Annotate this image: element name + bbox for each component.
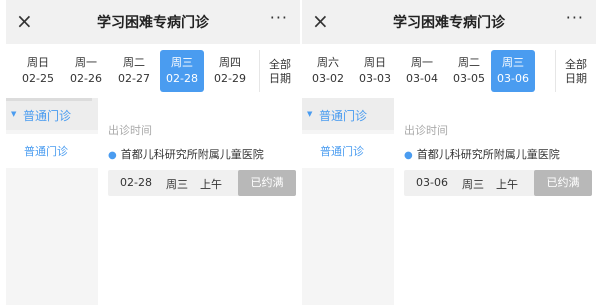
day-tab[interactable]: 周四 02-29	[208, 50, 252, 92]
hospital-name: 首都儿科研究所附属儿童医院	[416, 148, 560, 161]
clinic-sidebar: ▼ 普通门诊 普通门诊	[302, 98, 394, 305]
sidebar-empty	[6, 168, 98, 305]
day-date: 03-05	[453, 72, 485, 85]
day-tab[interactable]: 周六 03-02	[306, 50, 350, 92]
day-tab[interactable]: 周日 02-25	[16, 50, 60, 92]
day-date: 02-27	[118, 72, 150, 85]
sidebar-subcategory-label: 普通门诊	[320, 145, 364, 158]
day-tab[interactable]: 周一 03-04	[400, 50, 444, 92]
hospital-name: 首都儿科研究所附属儿童医院	[120, 148, 264, 161]
sidebar-divider	[6, 98, 92, 101]
section-title: 出诊时间	[404, 124, 448, 137]
slot-period: 上午	[200, 178, 222, 191]
schedule-panel-left: × 学习困难专病门诊 ··· 周日 02-25 周一 02-26 周二 02-2…	[6, 0, 300, 305]
hospital-info: ● 首都儿科研究所附属儿童医院	[404, 146, 592, 162]
day-weekday: 周三	[502, 56, 524, 69]
slot-weekday: 周三	[462, 178, 484, 191]
page-title: 学习困难专病门诊	[97, 15, 209, 31]
day-weekday: 周日	[364, 56, 386, 69]
day-date: 03-06	[497, 72, 529, 85]
day-weekday: 周三	[171, 56, 193, 69]
app-header: × 学习困难专病门诊 ···	[302, 0, 596, 44]
day-tab-selected[interactable]: 周三 02-28	[160, 50, 204, 92]
day-weekday: 周六	[317, 56, 339, 69]
all-dates-button[interactable]: 全部 日期	[555, 50, 596, 92]
date-selector: 周六 03-02 周日 03-03 周一 03-04 周二 03-05 周三 0…	[302, 44, 596, 98]
triangle-down-icon: ▼	[11, 110, 17, 118]
slot-period: 上午	[496, 178, 518, 191]
sidebar-category-label: 普通门诊	[23, 109, 72, 123]
location-pin-icon: ●	[108, 150, 117, 161]
day-tab[interactable]: 周二 03-05	[447, 50, 491, 92]
day-weekday: 周一	[411, 56, 433, 69]
sidebar-empty	[302, 168, 394, 305]
location-pin-icon: ●	[404, 150, 413, 161]
section-title: 出诊时间	[108, 124, 152, 137]
day-weekday: 周日	[27, 56, 49, 69]
page-title: 学习困难专病门诊	[393, 15, 505, 31]
sidebar-subcategory-label: 普通门诊	[24, 145, 68, 158]
slot-date: 03-06	[416, 176, 448, 189]
schedule-panel-right: × 学习困难专病门诊 ··· 周六 03-02 周日 03-03 周一 03-0…	[302, 0, 596, 305]
booked-full-button[interactable]: 已约满	[534, 170, 592, 196]
schedule-content: 出诊时间 ● 首都儿科研究所附属儿童医院 02-28 周三 上午 已约满	[108, 98, 296, 196]
all-dates-button[interactable]: 全部 日期	[259, 50, 300, 92]
booked-full-button[interactable]: 已约满	[238, 170, 296, 196]
day-date: 02-29	[214, 72, 246, 85]
day-weekday: 周四	[219, 56, 241, 69]
day-weekday: 周一	[75, 56, 97, 69]
day-date: 02-28	[166, 72, 198, 85]
sidebar-category[interactable]: ▼ 普通门诊	[302, 98, 394, 130]
sidebar-category[interactable]: ▼ 普通门诊	[6, 98, 98, 130]
day-date: 03-02	[312, 72, 344, 85]
day-tab[interactable]: 周二 02-27	[112, 50, 156, 92]
day-weekday: 周二	[123, 56, 145, 69]
hospital-info: ● 首都儿科研究所附属儿童医院	[108, 146, 296, 162]
slot-date: 02-28	[120, 176, 152, 189]
slot-weekday: 周三	[166, 178, 188, 191]
all-dates-label-1: 全部	[565, 58, 587, 71]
day-tab[interactable]: 周日 03-03	[353, 50, 397, 92]
day-date: 03-03	[359, 72, 391, 85]
sidebar-category-label: 普通门诊	[319, 109, 368, 123]
sidebar-subcategory[interactable]: 普通门诊	[302, 134, 394, 168]
day-date: 03-04	[406, 72, 438, 85]
day-tab[interactable]: 周一 02-26	[64, 50, 108, 92]
day-date: 02-25	[22, 72, 54, 85]
clinic-sidebar: ▼ 普通门诊 普通门诊	[6, 98, 98, 305]
day-date: 02-26	[70, 72, 102, 85]
triangle-down-icon: ▼	[307, 110, 313, 118]
schedule-content: 出诊时间 ● 首都儿科研究所附属儿童医院 03-06 周三 上午 已约满	[404, 98, 592, 196]
all-dates-label-2: 日期	[565, 72, 587, 85]
day-tab-selected[interactable]: 周三 03-06	[491, 50, 535, 92]
more-icon[interactable]: ···	[270, 8, 288, 27]
all-dates-label-2: 日期	[269, 72, 291, 85]
app-header: × 学习困难专病门诊 ···	[6, 0, 300, 44]
more-icon[interactable]: ···	[566, 8, 584, 27]
day-weekday: 周二	[458, 56, 480, 69]
appointment-slot: 03-06 周三 上午 已约满	[404, 170, 592, 196]
sidebar-subcategory[interactable]: 普通门诊	[6, 134, 98, 168]
appointment-slot: 02-28 周三 上午 已约满	[108, 170, 296, 196]
all-dates-label-1: 全部	[269, 58, 291, 71]
date-selector: 周日 02-25 周一 02-26 周二 02-27 周三 02-28 周四 0…	[6, 44, 300, 98]
